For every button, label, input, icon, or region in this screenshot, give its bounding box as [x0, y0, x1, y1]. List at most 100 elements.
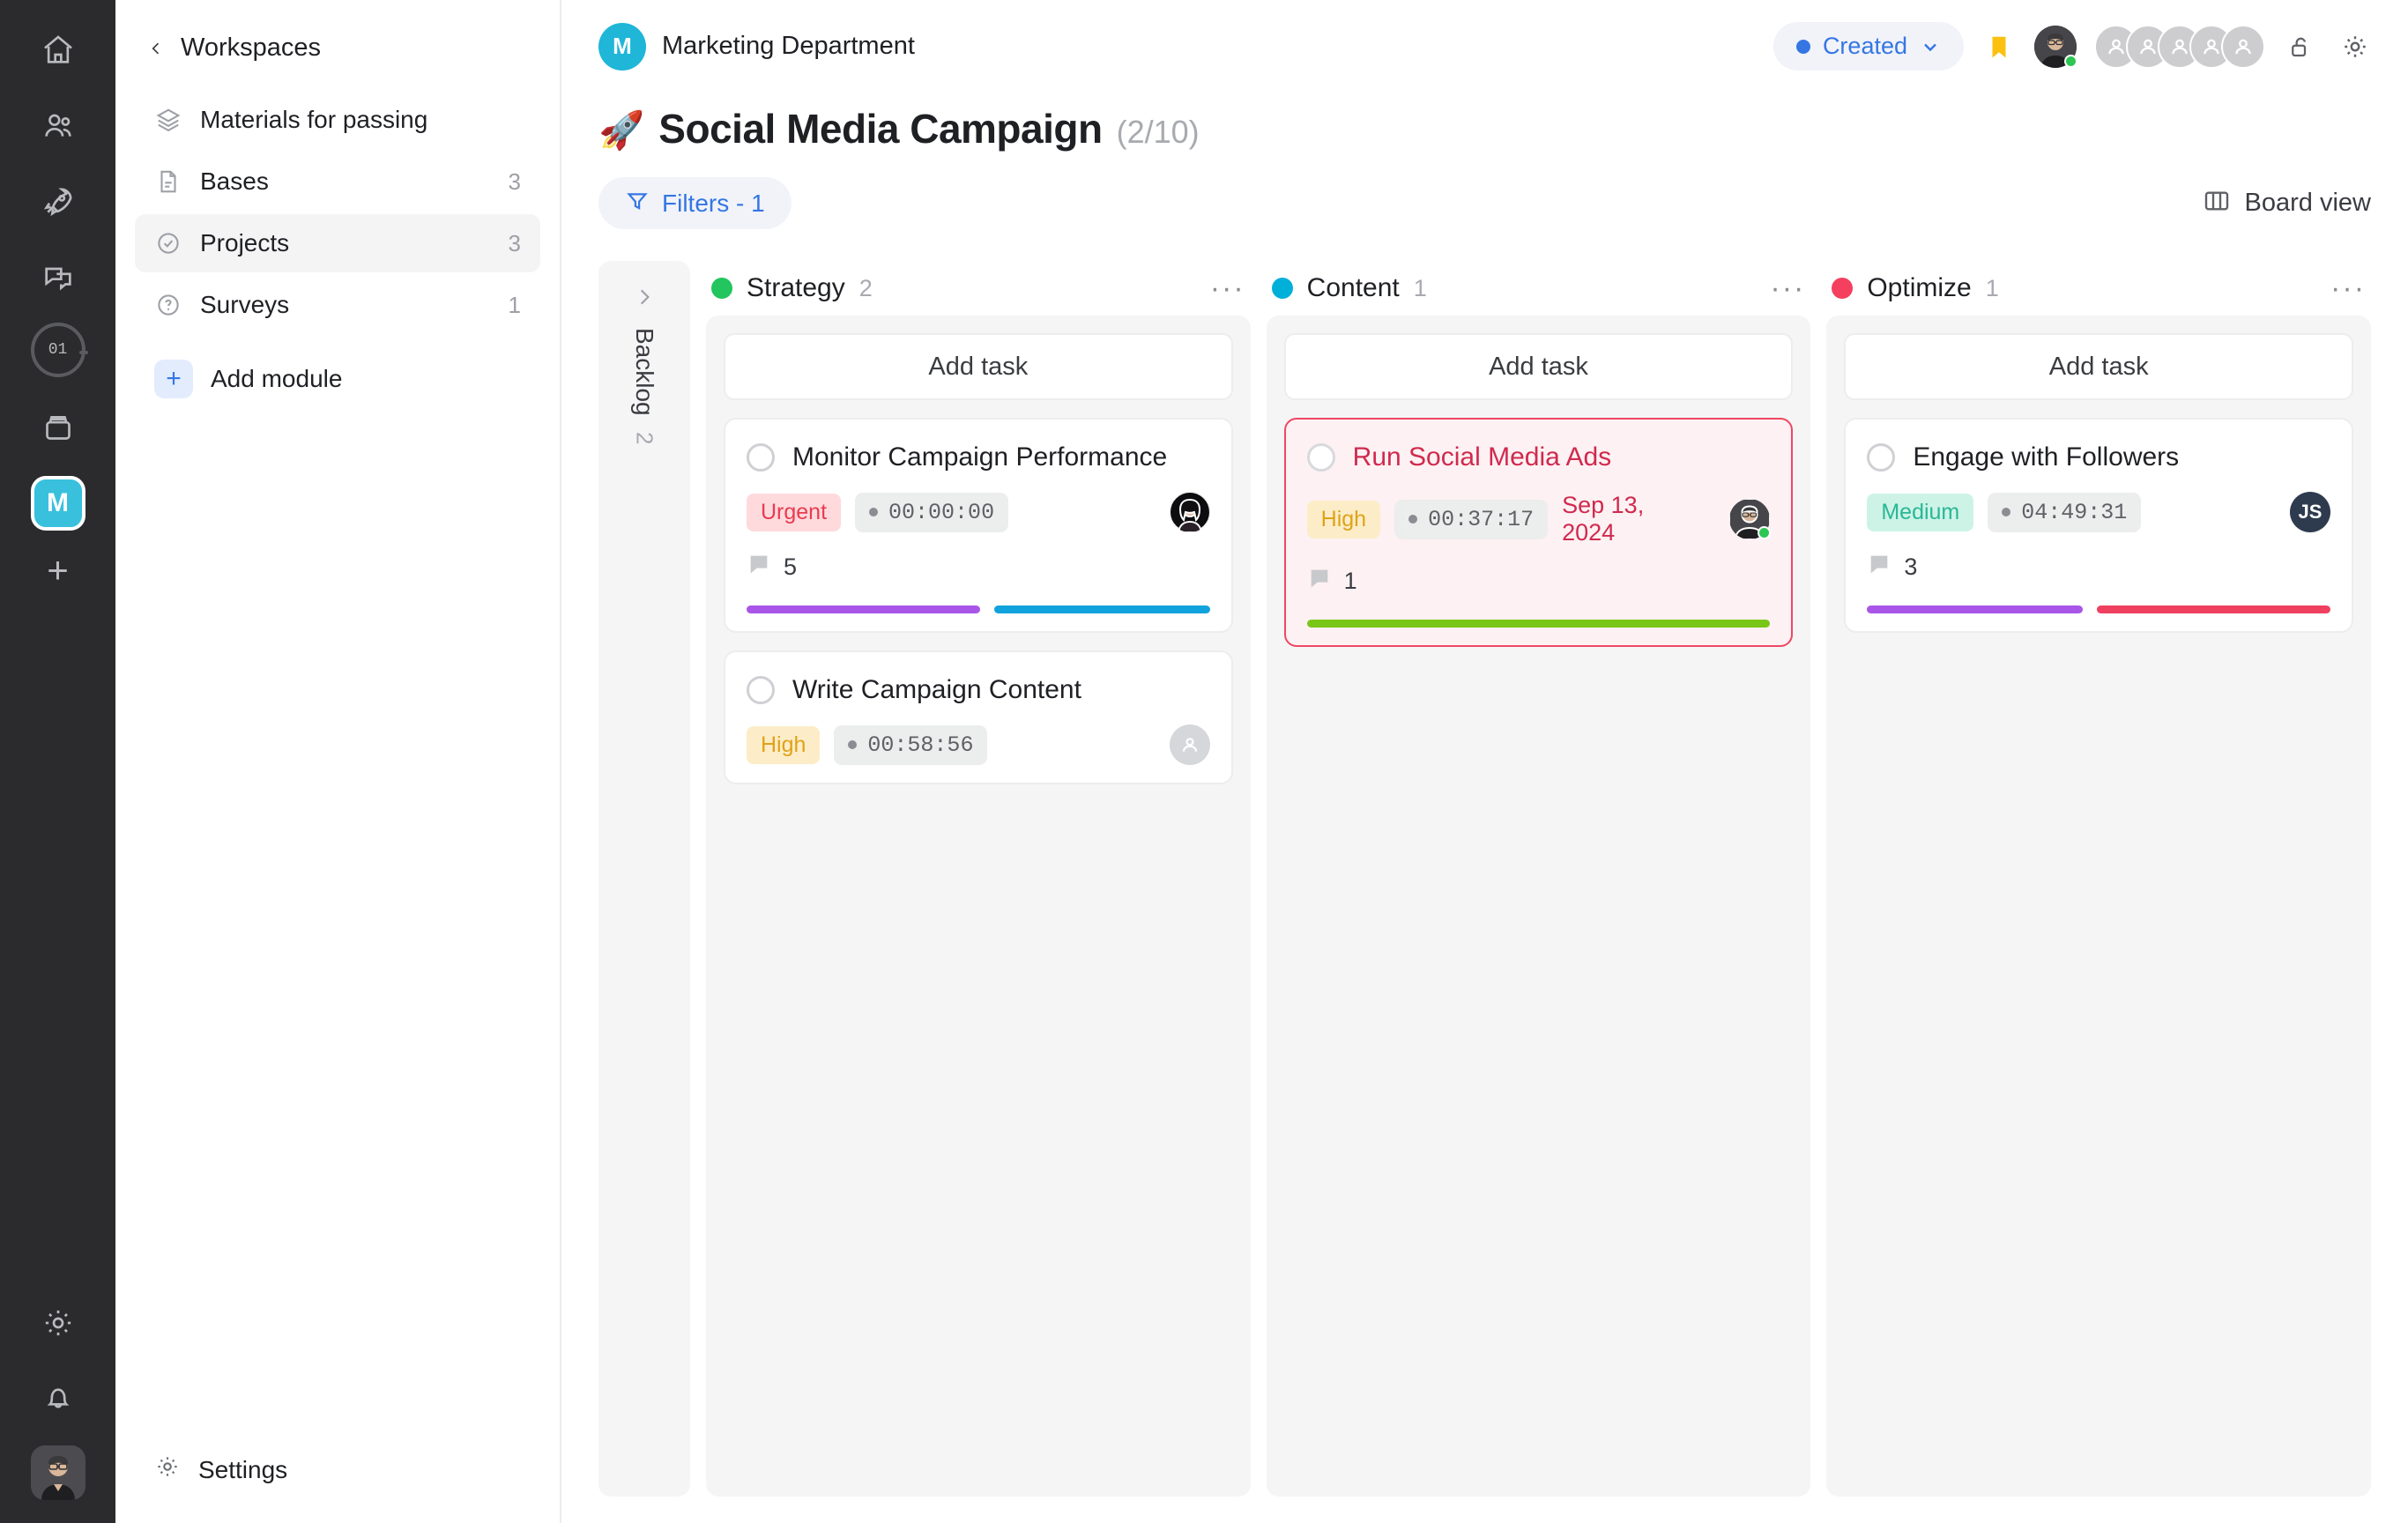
- sidebar-item-count: 1: [509, 292, 521, 319]
- filters-label: Filters - 1: [662, 189, 765, 218]
- layers-icon: [154, 106, 182, 134]
- add-module-label: Add module: [211, 365, 342, 393]
- board-view-icon: [2203, 188, 2231, 219]
- org-name: Marketing Department: [662, 32, 915, 61]
- workspaces-back-button[interactable]: Workspaces: [115, 0, 560, 63]
- column-color-dot: [1832, 278, 1853, 299]
- gear-icon[interactable]: [2336, 27, 2375, 66]
- task-comments[interactable]: 5: [747, 552, 1210, 583]
- priority-badge[interactable]: Medium: [1867, 494, 1973, 531]
- progress-ring[interactable]: 01: [31, 323, 85, 377]
- progress-bar-segment: [2097, 605, 2330, 613]
- top-bar: M Marketing Department Created: [561, 0, 2408, 93]
- filters-button[interactable]: Filters - 1: [598, 177, 792, 229]
- task-card[interactable]: Write Campaign Content High 00:58:56: [724, 650, 1233, 784]
- task-timer[interactable]: 04:49:31: [1988, 493, 2141, 532]
- task-timer[interactable]: 00:58:56: [834, 725, 987, 765]
- sidebar-item-surveys[interactable]: Surveys 1: [135, 276, 540, 334]
- column-menu-icon[interactable]: ···: [2330, 281, 2366, 296]
- comment-icon: [1307, 566, 1332, 597]
- home-icon[interactable]: [33, 25, 84, 76]
- comment-icon: [747, 552, 771, 583]
- task-meta-row: High 00:37:17 Sep 13, 2024: [1307, 492, 1771, 546]
- org-avatar[interactable]: M: [598, 23, 646, 71]
- sidebar: Workspaces Materials for passing Bases 3: [115, 0, 561, 1523]
- priority-badge[interactable]: High: [747, 726, 820, 764]
- column-body: Add task Monitor Campaign Performance Ur…: [706, 316, 1251, 1497]
- status-dot-icon: [1796, 40, 1810, 54]
- board-view-label: Board view: [2245, 189, 2371, 218]
- sidebar-item-label: Bases: [200, 167, 491, 196]
- add-task-button[interactable]: Add task: [724, 333, 1233, 400]
- column-backlog-collapsed[interactable]: Backlog 2: [598, 261, 690, 1497]
- add-module-button[interactable]: + Add module: [135, 350, 540, 408]
- archive-icon[interactable]: [33, 402, 84, 453]
- progress-ring-label: 01: [48, 341, 68, 359]
- document-icon: [154, 167, 182, 196]
- avatar[interactable]: [2034, 26, 2077, 68]
- task-card[interactable]: Monitor Campaign Performance Urgent 00:0…: [724, 418, 1233, 633]
- sidebar-item-projects[interactable]: Projects 3: [135, 214, 540, 272]
- column-backlog-name: Backlog: [630, 328, 658, 416]
- priority-badge[interactable]: High: [1307, 501, 1380, 539]
- task-assignee-avatar[interactable]: [1170, 492, 1210, 532]
- workspace-badge[interactable]: M: [31, 476, 85, 531]
- timer-value: 04:49:31: [2021, 500, 2127, 525]
- bookmark-icon[interactable]: [1980, 27, 2018, 66]
- add-task-button[interactable]: Add task: [1284, 333, 1794, 400]
- check-circle-icon: [154, 229, 182, 257]
- column-content: Content 1 ··· Add task Run Social Media …: [1267, 261, 1811, 1497]
- chevron-right-icon: [633, 286, 656, 308]
- task-title: Engage with Followers: [1913, 442, 2179, 472]
- task-card[interactable]: Engage with Followers Medium 04:49:31 JS: [1844, 418, 2353, 633]
- task-comments[interactable]: 1: [1307, 566, 1771, 597]
- bell-icon[interactable]: [33, 1371, 84, 1423]
- member-avatar-stack[interactable]: [2092, 25, 2265, 69]
- board-view-switcher[interactable]: Board view: [2203, 188, 2371, 219]
- comment-count: 3: [1904, 553, 1917, 581]
- people-icon[interactable]: [33, 100, 84, 152]
- column-strategy: Strategy 2 ··· Add task Monitor Campaign…: [706, 261, 1251, 1497]
- unlock-icon[interactable]: [2281, 27, 2320, 66]
- task-progress-bars: [1867, 605, 2330, 613]
- task-checkbox[interactable]: [1307, 443, 1335, 472]
- add-task-button[interactable]: Add task: [1844, 333, 2353, 400]
- timer-value: 00:58:56: [867, 732, 973, 758]
- task-title-row: Monitor Campaign Performance: [747, 442, 1210, 472]
- column-menu-icon[interactable]: ···: [1770, 281, 1805, 296]
- task-card[interactable]: Run Social Media Ads High 00:37:17 Sep 1…: [1284, 418, 1794, 647]
- task-comments[interactable]: 3: [1867, 552, 2330, 583]
- task-assignee-avatar[interactable]: JS: [2290, 492, 2330, 532]
- plus-icon: +: [154, 360, 193, 398]
- created-label: Created: [1823, 33, 1907, 60]
- gear-icon[interactable]: [33, 1297, 84, 1348]
- task-checkbox[interactable]: [1867, 443, 1895, 472]
- sidebar-item-bases[interactable]: Bases 3: [135, 152, 540, 211]
- task-assignee-avatar[interactable]: [1170, 724, 1210, 765]
- avatar-photo: [1170, 492, 1210, 532]
- column-count: 1: [1986, 275, 1999, 302]
- task-due-date[interactable]: Sep 13, 2024: [1562, 492, 1699, 546]
- sidebar-item-label: Surveys: [200, 291, 491, 319]
- sidebar-item-materials[interactable]: Materials for passing: [135, 91, 540, 149]
- settings-button[interactable]: Settings: [115, 1453, 560, 1523]
- timer-dot-icon: [848, 740, 857, 749]
- task-title-row: Write Campaign Content: [747, 675, 1210, 705]
- task-checkbox[interactable]: [747, 676, 775, 704]
- rocket-icon[interactable]: [33, 176, 84, 227]
- task-assignee-avatar[interactable]: [1729, 499, 1770, 539]
- user-avatar[interactable]: [31, 1445, 85, 1500]
- column-header: Strategy 2 ···: [706, 261, 1251, 316]
- add-workspace-icon[interactable]: +: [47, 552, 69, 589]
- comment-icon: [1867, 552, 1891, 583]
- created-filter-dropdown[interactable]: Created: [1773, 22, 1964, 71]
- chat-icon[interactable]: [33, 252, 84, 303]
- priority-badge[interactable]: Urgent: [747, 494, 841, 531]
- column-header: Content 1 ···: [1267, 261, 1811, 316]
- column-menu-icon[interactable]: ···: [1210, 281, 1245, 296]
- column-count: 1: [1414, 275, 1427, 302]
- rocket-emoji-icon: 🚀: [598, 112, 644, 149]
- task-timer[interactable]: 00:00:00: [855, 493, 1008, 532]
- task-checkbox[interactable]: [747, 443, 775, 472]
- task-timer[interactable]: 00:37:17: [1394, 500, 1548, 539]
